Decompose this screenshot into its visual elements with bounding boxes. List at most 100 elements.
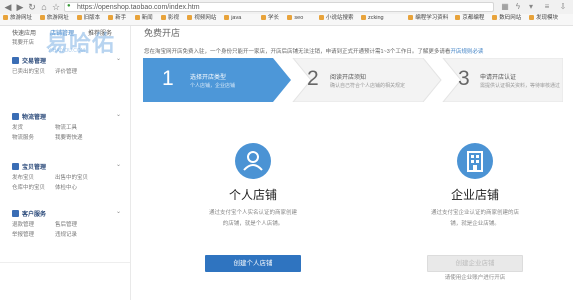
bookmark-item[interactable]: 旧版本 [76,14,100,23]
refresh-icon[interactable]: ↻ [27,2,37,12]
folder-icon [361,14,366,20]
sidebar-section-title[interactable]: 客户服务 [22,209,46,218]
sidebar-link[interactable]: 物流工具 [55,123,77,131]
sidebar-link[interactable]: 发货 [12,123,23,131]
folder-icon [76,14,82,20]
chevron-down-icon[interactable]: ⌄ [116,55,121,62]
folder-icon [224,14,230,20]
open-shop-notice: 您在淘宝网开店免费入驻，一个身份只能开一家店，开店后店铺无法注销，申请到正式开通… [144,49,484,55]
person-icon [243,151,263,171]
folder-icon [187,14,193,20]
customer-service-icon [12,210,19,217]
sidebar-section-title[interactable]: 宝贝管理 [22,162,46,171]
bookmark-item[interactable]: 京都编程 [455,14,484,23]
sidebar-tab-quick-apps[interactable]: 快速应用 [12,28,36,37]
enterprise-shop-title: 企业店铺 [450,188,499,202]
extension-icon[interactable]: ▦ [500,2,510,12]
folder-icon [492,14,498,20]
bookmark-item[interactable]: 发现模块 [529,14,558,23]
step-1-title: 选择开店类型 [190,75,227,81]
chevron-down-icon[interactable]: ⌄ [116,208,121,215]
step-2-number: 2 [307,67,319,90]
enterprise-shop-desc-line1: 通过支付宝企业认证的商家创建的店 [430,210,519,216]
home-icon[interactable]: ⌂ [39,2,49,12]
sidebar-link[interactable]: 仓库中的宝贝 [12,183,45,191]
bookmark-item[interactable]: 新手 [108,14,126,23]
sidebar-link[interactable]: 体检中心 [55,183,77,191]
step-2-subtitle: 确认自己符合个人店铺的相关规定 [330,83,406,89]
bookmark-item[interactable]: 数码网站 [492,14,521,23]
trade-icon [12,57,19,64]
bookmark-item[interactable]: 编程学习资料 [408,14,448,23]
folder-icon [134,14,140,20]
step-1-subtitle: 个人店铺，企业店铺 [190,83,236,89]
bookmark-item[interactable]: 视频网站 [187,14,216,23]
open-shop-rules-link[interactable]: 开店规则必读 [450,49,483,55]
step-3-title: 申请开店认证 [480,75,517,81]
personal-shop-icon [235,143,271,179]
download-icon[interactable]: ⇩ [558,2,568,12]
folder-icon [108,14,114,20]
personal-shop-title: 个人店铺 [228,188,277,202]
folder-icon [3,14,8,20]
personal-shop-desc-line1: 通过支付宝个人实名认证的商家创建 [208,210,297,216]
step-3-number: 3 [458,67,470,90]
building-icon [467,151,483,172]
bookmark-item[interactable]: 旅游网址 [39,14,69,23]
lightning-icon[interactable]: ϟ [513,2,523,12]
folder-icon [408,14,414,20]
lock-icon: ● [67,3,71,9]
folder-icon [455,14,461,20]
bookmark-item[interactable]: 旅游网址 [3,14,32,23]
bookmark-label: seo [294,15,304,21]
folder-icon [161,14,166,20]
bookmark-item[interactable]: 小说站搜索 [319,14,354,23]
chevron-down-icon[interactable]: ⌄ [116,111,121,118]
sidebar-link[interactable]: 评价管理 [55,67,77,75]
create-personal-shop-button[interactable]: 创建个人店铺 [205,255,301,272]
chevron-down-icon[interactable]: ⌄ [116,161,121,168]
forward-icon[interactable]: ▶ [15,2,25,12]
bookmark-label: 视频网站 [194,15,217,21]
address-bar[interactable]: https://openshop.taobao.com/index.htm [64,2,494,12]
folder-icon [529,14,534,20]
personal-shop-desc-line2: 的店铺，就是个人店铺。 [222,221,284,227]
bookmark-item[interactable]: seo [287,14,303,23]
bookmark-item[interactable]: 学长 [261,14,279,23]
bookmark-item[interactable]: zcking [361,14,384,23]
sidebar-link[interactable]: 举报管理 [12,230,34,238]
favorite-star-icon[interactable]: ☆ [51,2,61,12]
back-icon[interactable]: ◀ [3,2,13,12]
bookmark-label: 旅游网址 [10,15,33,21]
bookmark-item[interactable]: 影视 [161,14,179,23]
bookmark-item[interactable]: java [224,14,241,23]
dropdown-icon[interactable]: ▾ [526,2,536,12]
seller-sidebar: 快速应用 店铺管理 推荐服务 我要开店 交易管理 ⌄ 已卖出的宝贝 评价管理 物… [0,26,131,300]
sidebar-link-open-shop[interactable]: 我要开店 [12,38,34,46]
bookmark-label: 发现模块 [536,15,559,21]
create-enterprise-shop-button[interactable]: 创建企业店铺 [427,255,523,272]
bookmarks-bar: 旅游网址 旅游网址 旧版本 新手 新闻 影视 视频网站 java 学长 seo 小说站搜索 zckin… [0,14,573,26]
sidebar-section-title[interactable]: 交易管理 [22,56,46,65]
step-1-number: 1 [162,67,174,90]
sidebar-link[interactable]: 售后管理 [55,220,77,228]
menu-icon[interactable]: ≡ [542,2,552,12]
sidebar-link[interactable]: 违规记录 [55,230,77,238]
bookmark-label: 京都编程 [462,15,485,21]
sidebar-link[interactable]: 物流服务 [12,133,34,141]
bookmark-label: 旅游网址 [46,15,69,21]
step-3-subtitle: 需提供认证相关资料，等待审核通过 [480,83,561,89]
bookmark-item[interactable]: 新闻 [134,14,153,23]
sidebar-link[interactable]: 发布宝贝 [12,173,34,181]
bookmark-label: 编程学习资料 [415,15,449,21]
sidebar-link[interactable]: 出售中的宝贝 [55,173,88,181]
watermark-subtext: YIHAIYOU.COM [48,48,85,54]
sidebar-link[interactable]: 已卖出的宝贝 [12,67,45,75]
enterprise-shop-footnote[interactable]: 请使用企业账户进行开店 [405,273,545,283]
sidebar-link[interactable]: 退款管理 [12,220,34,228]
folder-icon [319,14,324,20]
logistics-icon [12,113,19,120]
sidebar-section-title[interactable]: 物流管理 [22,112,46,121]
folder-icon [287,14,293,20]
sidebar-link[interactable]: 我要寄快递 [55,133,83,141]
